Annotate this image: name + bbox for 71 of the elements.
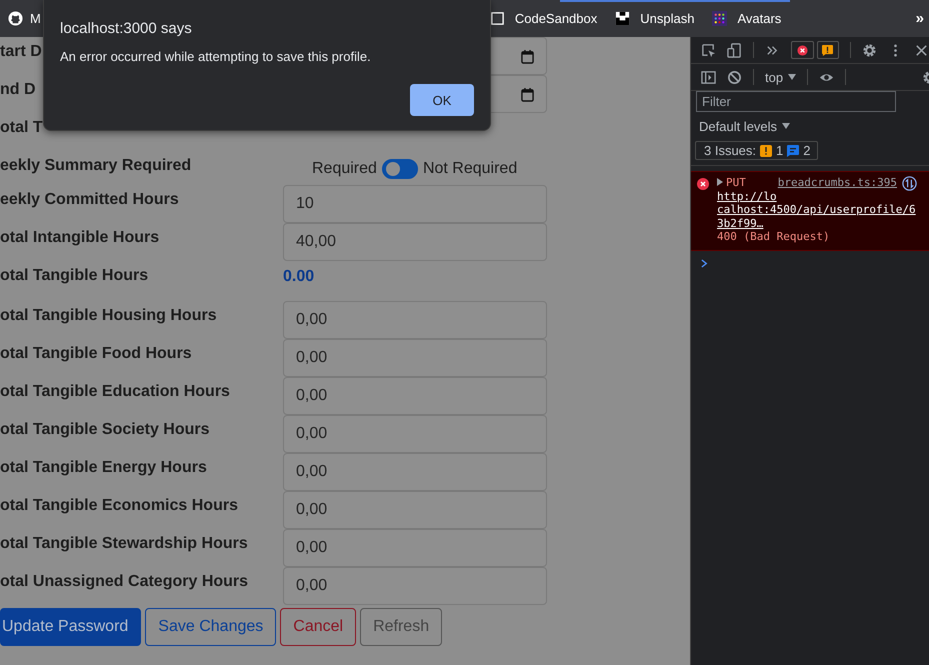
dot-grid-icon (712, 11, 728, 26)
form-button[interactable]: Refresh (360, 608, 442, 646)
field-label: otal T (0, 118, 43, 138)
message-icon (787, 144, 800, 156)
network-icon[interactable] (902, 176, 917, 191)
device-icon[interactable] (727, 42, 742, 58)
field-label: otal Tangible Housing Hours (0, 306, 217, 326)
ok-button[interactable]: OK (410, 84, 474, 116)
hours-input[interactable]: 40,00 (283, 223, 547, 261)
inspect-icon[interactable] (701, 42, 716, 58)
bookmark-link[interactable]: CodeSandbox (490, 11, 598, 26)
field-label: eekly Committed Hours (0, 190, 179, 210)
blocks-icon (615, 11, 630, 26)
error-badge[interactable] (790, 41, 814, 59)
expand-icon[interactable] (717, 178, 723, 186)
source-link[interactable]: breadcrumbs.ts:395 (778, 176, 897, 190)
issues-button[interactable]: 3 Issues: 1 2 (695, 141, 818, 160)
request-method: PUT (726, 176, 746, 189)
prompt-chevron-icon[interactable] (701, 258, 708, 268)
hours-input[interactable]: 0,00 (283, 415, 547, 453)
field-label: nd D (0, 80, 36, 100)
field-label: otal Tangible Energy Hours (0, 458, 207, 478)
toggle-label: Required (312, 160, 377, 178)
bookmark-link[interactable]: Unsplash (615, 11, 694, 26)
form-button[interactable]: Cancel (280, 608, 356, 646)
status-text: 400 (Bad Request) (717, 230, 830, 243)
request-url[interactable]: http://localhost:4500/api/userprofile/63b2f99… (717, 190, 917, 230)
field-label: otal Tangible Hours (0, 266, 148, 286)
levels-dropdown[interactable]: Default levels (699, 118, 790, 134)
context-select[interactable]: top (765, 70, 796, 84)
close-icon[interactable] (914, 42, 929, 58)
filter-field[interactable]: Filter (696, 91, 896, 112)
error-icon (697, 178, 709, 190)
dialog-message: An error occurred while attempting to save this profile. (60, 49, 372, 64)
field-label: otal Tangible Education Hours (0, 382, 230, 402)
hours-input[interactable]: 0,00 (283, 339, 547, 377)
calendar-icon (521, 48, 534, 64)
hours-input[interactable]: 0,00 (283, 453, 547, 491)
toggle-switch[interactable] (382, 159, 418, 179)
warning-icon (760, 144, 772, 156)
hours-input[interactable]: 0,00 (283, 529, 547, 567)
field-label: tart D (0, 42, 42, 62)
hours-input[interactable]: 0,00 (283, 567, 547, 605)
toggle-label: Not Required (422, 160, 518, 178)
field-label: otal Tangible Food Hours (0, 344, 192, 364)
sidebar-icon[interactable] (701, 70, 716, 84)
settings-icon[interactable] (862, 42, 877, 58)
field-label: eekly Summary Required (0, 156, 192, 176)
field-label: otal Tangible Society Hours (0, 420, 210, 440)
hours-input[interactable]: 0,00 (283, 377, 547, 415)
field-label: otal Unassigned Category Hours (0, 572, 248, 592)
bookmark-link[interactable]: M (8, 11, 41, 26)
clear-icon[interactable] (727, 70, 742, 84)
overflow-chevron[interactable]: » (916, 10, 924, 27)
form-button[interactable]: Update Password (0, 608, 142, 646)
bookmark-link[interactable]: Avatars (712, 11, 782, 26)
warning-badge[interactable] (816, 41, 840, 59)
dialog-title: localhost:3000 says (60, 20, 193, 37)
field-label: otal Intangible Hours (0, 228, 160, 248)
field-label: otal Tangible Stewardship Hours (0, 534, 248, 554)
caret-icon (788, 74, 796, 80)
calendar-icon (521, 86, 534, 102)
hours-input[interactable]: 0,00 (283, 301, 547, 339)
hours-input[interactable]: 0,00 (283, 491, 547, 529)
caret-icon (782, 123, 790, 129)
hours-input[interactable]: 10 (283, 185, 547, 223)
hours-value: 0.00 (283, 267, 314, 287)
field-label: otal Tangible Economics Hours (0, 496, 238, 516)
form-button[interactable]: Save Changes (145, 608, 276, 646)
square-icon (490, 11, 505, 26)
cat-logo-icon (8, 11, 23, 26)
